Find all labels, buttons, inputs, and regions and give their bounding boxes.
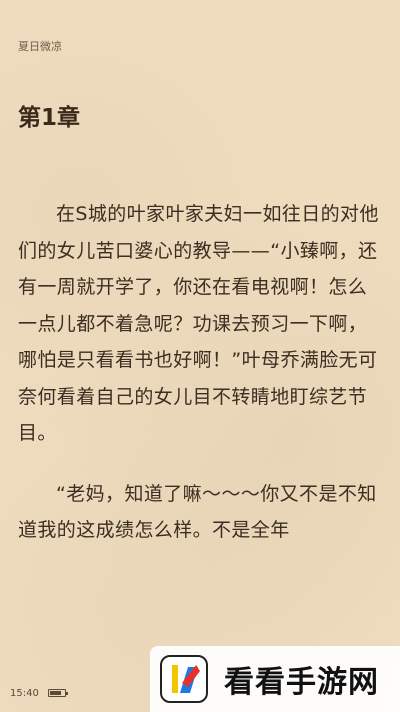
watermark: 看看手游网: [150, 646, 400, 712]
kankan-logo-icon: [160, 655, 208, 703]
paragraph: 在S城的叶家叶家夫妇一如往日的对他们的女儿苦口婆心的教导——“小臻啊，还有一周就…: [18, 203, 379, 444]
book-title: 夏日微凉: [18, 40, 62, 53]
chapter-content[interactable]: 在S城的叶家叶家夫妇一如往日的对他们的女儿苦口婆心的教导——“小臻啊，还有一周就…: [18, 196, 384, 573]
paragraph: “老妈，知道了嘛～～～你又不是不知道我的这成绩怎么样。不是全年: [18, 482, 377, 542]
clock: 15:40: [10, 688, 39, 699]
brand-name: 看看手游网: [224, 665, 379, 700]
battery-icon: [48, 689, 68, 697]
battery-fill: [50, 691, 62, 695]
chapter-title: 第1章: [18, 105, 81, 131]
